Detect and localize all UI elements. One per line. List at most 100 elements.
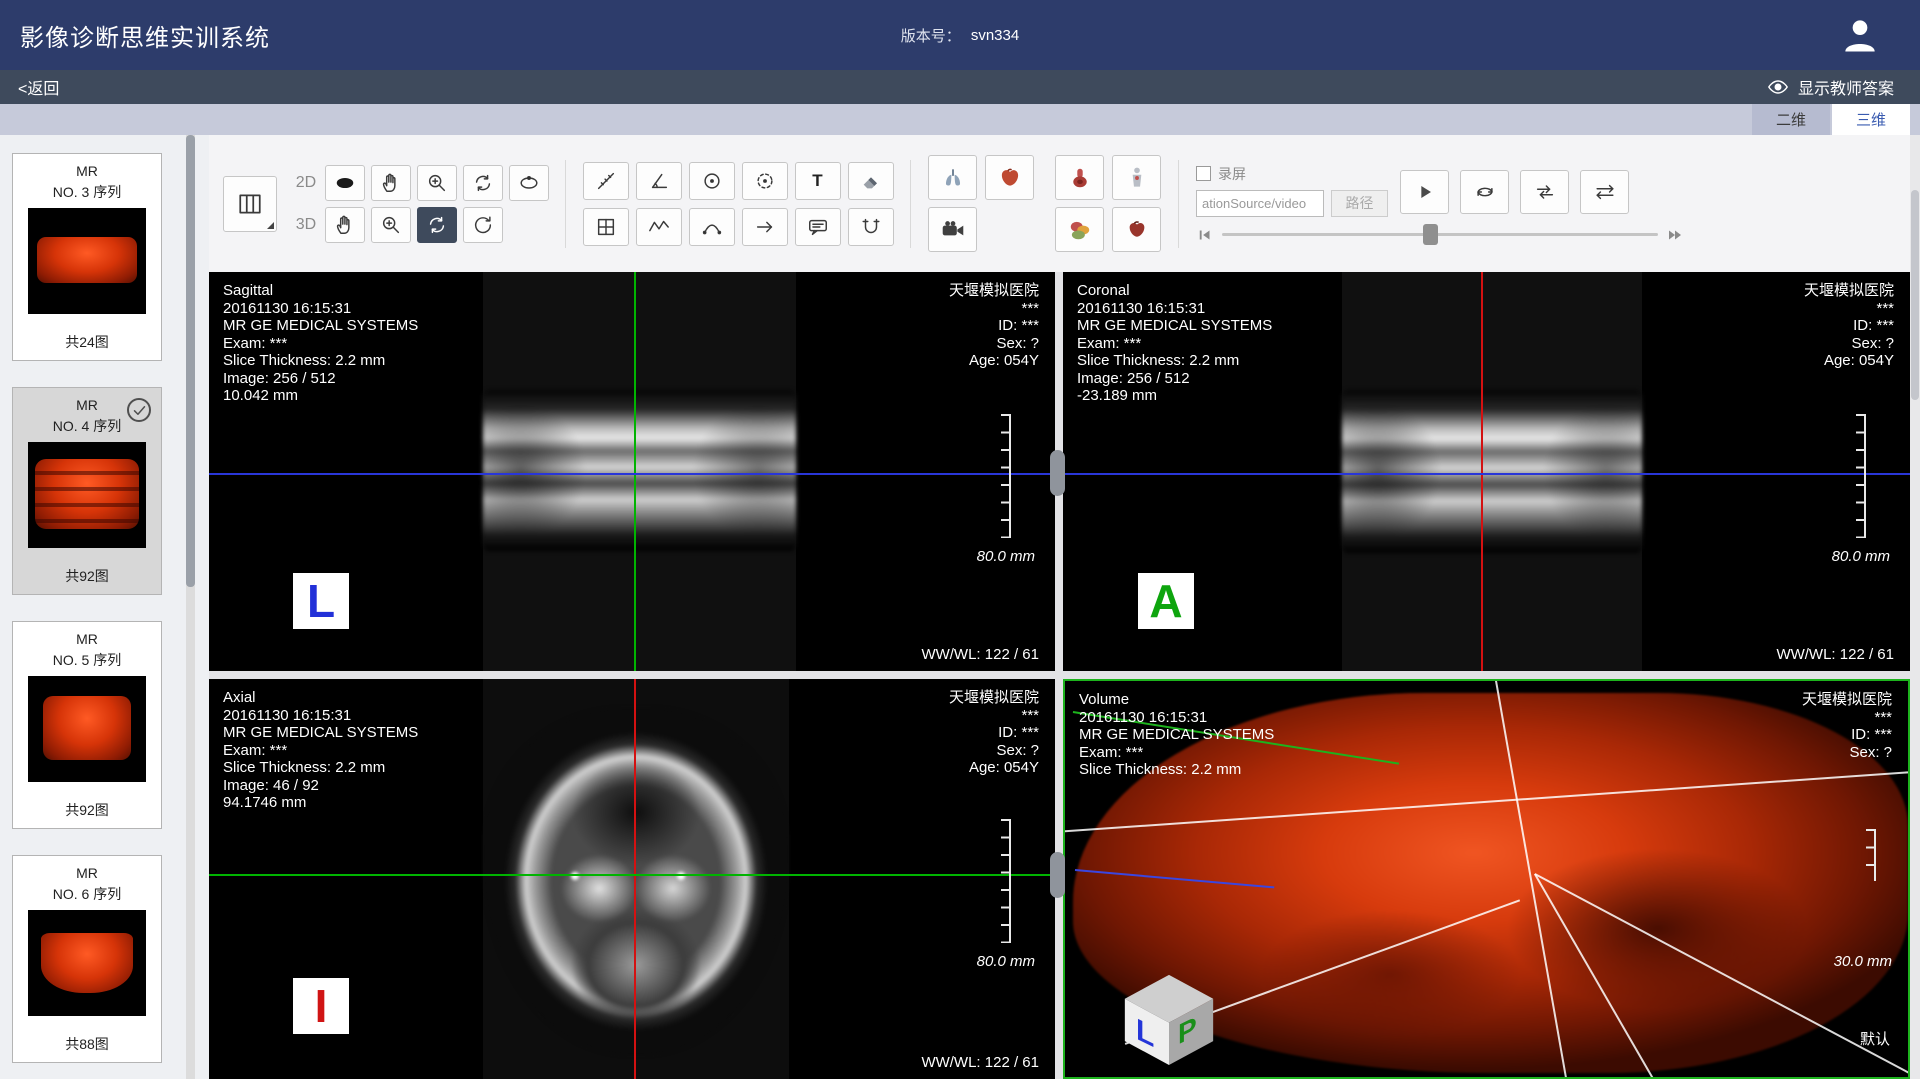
- angle-tool-button[interactable]: [636, 162, 682, 200]
- crosshair-vertical-green[interactable]: [634, 272, 636, 671]
- crosshair-vertical-red[interactable]: [634, 679, 636, 1079]
- window-ellipse-2d-button[interactable]: [509, 165, 549, 201]
- viewport-coronal[interactable]: Coronal 20161130 16:15:31 MR GE MEDICAL …: [1063, 272, 1910, 671]
- swap-button[interactable]: [1580, 170, 1629, 214]
- crosshair-horizontal-green[interactable]: [209, 874, 1055, 876]
- sub-header: <返回 显示教师答案: [0, 70, 1920, 104]
- scale-label: 30.0 mm: [1834, 953, 1892, 970]
- rotate-2d-button[interactable]: [463, 165, 503, 201]
- layout-button[interactable]: [223, 176, 277, 232]
- patient-sex: Sex: ?: [949, 335, 1039, 353]
- device-name: MR GE MEDICAL SYSTEMS: [223, 724, 418, 742]
- lungs-preset-button[interactable]: [928, 155, 977, 200]
- series-count: 共92图: [65, 566, 109, 586]
- show-teacher-answer-button[interactable]: 显示教师答案: [1767, 75, 1894, 99]
- crosshair-horizontal-blue[interactable]: [1063, 473, 1910, 475]
- reset-3d-button[interactable]: [463, 207, 503, 243]
- slider-start-icon[interactable]: [1196, 226, 1214, 244]
- series-thumbnail: [28, 676, 146, 782]
- back-button[interactable]: <返回: [18, 75, 59, 99]
- patient-sex: Sex: ?: [1804, 335, 1894, 353]
- organs-preset-button[interactable]: [1055, 207, 1104, 252]
- zoom-3d-button[interactable]: [371, 207, 411, 243]
- roi-ellipse-2d-button[interactable]: [325, 165, 365, 201]
- pan-3d-button[interactable]: [325, 207, 365, 243]
- annotation-tool-button[interactable]: [795, 208, 841, 246]
- check-icon: [132, 403, 147, 418]
- length-tool-button[interactable]: [583, 162, 629, 200]
- zoom-2d-button[interactable]: [417, 165, 457, 201]
- cardiac-preset-button[interactable]: [1112, 207, 1161, 252]
- device-name: MR GE MEDICAL SYSTEMS: [1079, 726, 1274, 744]
- preset-group-1: [924, 152, 1038, 256]
- heart-preset-button[interactable]: [985, 155, 1034, 200]
- viewport-volume[interactable]: Volume 20161130 16:15:31 MR GE MEDICAL S…: [1063, 679, 1910, 1079]
- ellipse-outline-icon: [518, 172, 540, 194]
- series-card-no3[interactable]: MR NO. 3 序列 共24图: [12, 153, 162, 361]
- body-preset-button[interactable]: [1112, 155, 1161, 200]
- window-scrollbar[interactable]: [1910, 135, 1920, 1079]
- crosshair-tool-button[interactable]: [583, 208, 629, 246]
- arrow-tool-button[interactable]: [742, 208, 788, 246]
- window-level-readout: WW/WL: 122 / 61: [921, 1054, 1039, 1071]
- series-card-no4[interactable]: MR NO. 4 序列 共92图: [12, 387, 162, 595]
- circle-roi-button[interactable]: [689, 162, 735, 200]
- slider-track[interactable]: [1222, 233, 1658, 236]
- slider-end-icon[interactable]: [1666, 226, 1684, 244]
- angle-icon: [648, 170, 670, 192]
- loop-button[interactable]: [1460, 170, 1509, 214]
- viewport-title: Sagittal: [223, 282, 418, 300]
- spline-tool-button[interactable]: [689, 208, 735, 246]
- series-count: 共92图: [65, 800, 109, 820]
- path-button[interactable]: 路径: [1331, 190, 1388, 217]
- tab-3d[interactable]: 三维: [1832, 104, 1910, 135]
- patient-name: ***: [949, 707, 1039, 725]
- viewer-grid: Sagittal 20161130 16:15:31 MR GE MEDICAL…: [209, 272, 1910, 1079]
- pan-2d-button[interactable]: [371, 165, 411, 201]
- larynx-preset-button[interactable]: [1055, 155, 1104, 200]
- play-button[interactable]: [1400, 170, 1449, 214]
- eraser-tool-button[interactable]: [848, 162, 894, 200]
- record-checkbox[interactable]: [1196, 166, 1211, 181]
- text-tool-button[interactable]: T: [795, 162, 841, 200]
- patient-age: Age: 054Y: [1804, 352, 1894, 370]
- toolbar: 2D 3D: [209, 135, 1910, 272]
- sidebar-scrollbar-handle[interactable]: [186, 135, 195, 587]
- version-label: 版本号：: [901, 25, 961, 46]
- frame-slider: [1196, 226, 1684, 244]
- scale-ruler: [1001, 414, 1011, 538]
- series-card-no5[interactable]: MR NO. 5 序列 共92图: [12, 621, 162, 829]
- viewport-title: Coronal: [1077, 282, 1272, 300]
- record-camera-button[interactable]: [928, 207, 977, 252]
- coronal-metadata-right: 天堰模拟医院 *** ID: *** Sex: ? Age: 054Y: [1804, 282, 1894, 370]
- sidebar-scrollbar[interactable]: [186, 135, 195, 1079]
- repeat-button[interactable]: [1520, 170, 1569, 214]
- slice-scroll-handle[interactable]: [1050, 450, 1065, 496]
- app-window: 影像诊断思维实训系统 版本号： svn334 <返回 显示教师答案 二维 三维: [0, 0, 1920, 1079]
- viewport-sagittal[interactable]: Sagittal 20161130 16:15:31 MR GE MEDICAL…: [209, 272, 1055, 671]
- device-name: MR GE MEDICAL SYSTEMS: [223, 317, 418, 335]
- tab-2d[interactable]: 二维: [1752, 104, 1830, 135]
- viewport-axial[interactable]: Axial 20161130 16:15:31 MR GE MEDICAL SY…: [209, 679, 1055, 1079]
- cobb-angle-button[interactable]: [848, 208, 894, 246]
- user-avatar-button[interactable]: [1838, 13, 1882, 57]
- media-group: 录屏 路径: [1196, 164, 1684, 244]
- orientation-cube[interactable]: L P: [1123, 973, 1215, 1065]
- video-path-input[interactable]: [1196, 190, 1324, 217]
- crosshair-vertical-red[interactable]: [1481, 272, 1483, 671]
- dashed-circle-icon: [754, 170, 776, 192]
- window-scrollbar-handle[interactable]: [1911, 190, 1919, 400]
- eraser-icon: [860, 170, 882, 192]
- slice-scroll-handle[interactable]: [1050, 852, 1065, 898]
- series-card-no6[interactable]: MR NO. 6 序列 共88图: [12, 855, 162, 1063]
- slider-thumb[interactable]: [1423, 224, 1438, 245]
- preset-default-label[interactable]: 默认: [1860, 1028, 1890, 1049]
- viewport-title: Axial: [223, 689, 418, 707]
- point-roi-button[interactable]: [742, 162, 788, 200]
- curve-tool-button[interactable]: [636, 208, 682, 246]
- crosshair-horizontal-blue[interactable]: [209, 473, 1055, 475]
- toolbar-separator: [565, 160, 566, 248]
- patient-sex: Sex: ?: [1802, 744, 1892, 762]
- ruler-icon: [595, 170, 617, 192]
- rotate-3d-button[interactable]: [417, 207, 457, 243]
